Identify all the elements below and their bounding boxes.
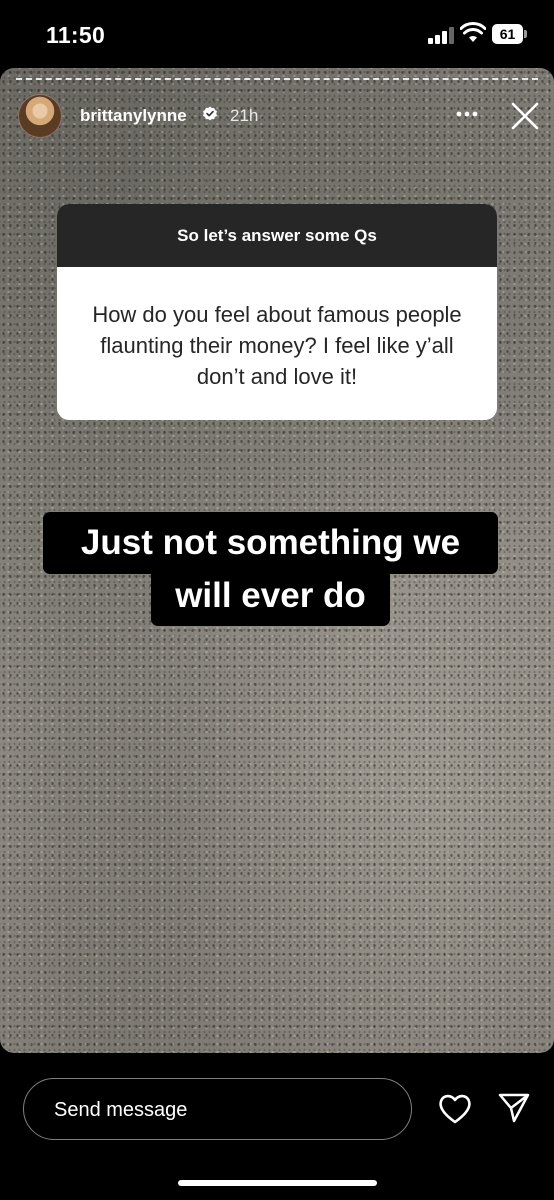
- answer-caption-line-2: will ever do: [151, 568, 390, 626]
- heart-icon[interactable]: [437, 1091, 473, 1127]
- send-message-input[interactable]: Send message: [23, 1078, 412, 1140]
- answer-caption-line-1: Just not something we: [43, 512, 498, 574]
- battery-icon: 61: [492, 24, 528, 44]
- close-icon[interactable]: [507, 98, 543, 134]
- status-time: 11:50: [46, 22, 106, 48]
- story-username[interactable]: brittanylynne: [80, 106, 187, 126]
- story-header: brittanylynne 21h: [0, 92, 554, 140]
- send-icon[interactable]: [497, 1091, 531, 1125]
- question-sticker-header: So let’s answer some Qs: [57, 204, 497, 267]
- battery-level: 61: [492, 24, 523, 44]
- status-bar: 11:50 61: [0, 0, 554, 68]
- question-sticker-text: How do you feel about famous people flau…: [92, 302, 462, 389]
- story-progress-bar: [16, 78, 538, 80]
- more-icon[interactable]: [452, 102, 482, 126]
- verified-icon: [203, 106, 217, 121]
- story-content[interactable]: brittanylynne 21h So let’s answer some Q…: [0, 68, 554, 1053]
- wifi-icon: [460, 22, 486, 42]
- send-message-placeholder: Send message: [54, 1099, 188, 1121]
- question-sticker: So let’s answer some Qs How do you feel …: [57, 204, 497, 420]
- signal-icon: [428, 26, 456, 44]
- story-time-ago: 21h: [230, 106, 259, 125]
- home-indicator: [178, 1180, 377, 1186]
- instagram-story-screen: 11:50 61 brittanylynne 21h So let’s answ…: [0, 0, 554, 1200]
- avatar[interactable]: [18, 94, 62, 138]
- reply-bar: Send message: [0, 1053, 554, 1200]
